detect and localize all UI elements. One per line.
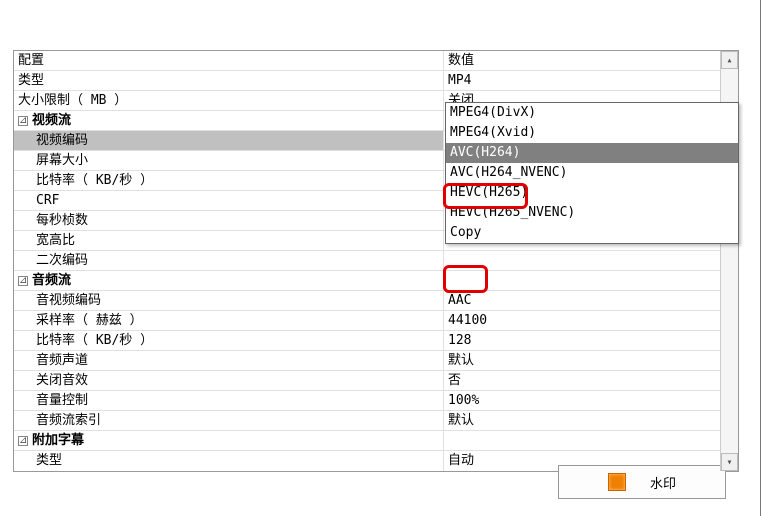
expander-icon[interactable]: ⊿ (18, 116, 28, 126)
scroll-up-button[interactable]: ▴ (721, 51, 738, 69)
property-row[interactable]: 类型MP4 (14, 71, 738, 91)
grid-header: 配置 数值 (14, 51, 738, 71)
property-label: 比特率（ KB/秒 ） (14, 171, 444, 190)
property-value: 128 (444, 331, 738, 350)
property-row[interactable]: 比特率（ KB/秒 ）128 (14, 331, 738, 351)
watermark-label: 水印 (650, 473, 676, 492)
property-label: CRF (14, 191, 444, 210)
header-value: 数值 (444, 51, 738, 70)
scroll-down-button[interactable]: ▾ (721, 453, 738, 471)
property-label: 音频流索引 (14, 411, 444, 430)
dropdown-option[interactable]: MPEG4(DivX) (446, 103, 738, 123)
header-config: 配置 (14, 51, 444, 70)
property-label: 屏幕大小 (14, 151, 444, 170)
property-label: 关闭音效 (14, 371, 444, 390)
property-value: 否 (444, 371, 738, 390)
video-codec-dropdown-list[interactable]: MPEG4(DivX)MPEG4(Xvid)AVC(H264)AVC(H264_… (445, 102, 739, 244)
property-value: AAC (444, 291, 738, 310)
property-value: 默认 (444, 411, 738, 430)
property-value: 100% (444, 391, 738, 410)
property-row[interactable]: 音频声道默认 (14, 351, 738, 371)
property-label: 视频编码 (14, 131, 444, 150)
dropdown-option[interactable]: HEVC(H265) (446, 183, 738, 203)
property-row[interactable]: 采样率（ 赫兹 ）44100 (14, 311, 738, 331)
property-value (444, 251, 738, 270)
dropdown-option[interactable]: AVC(H264_NVENC) (446, 163, 738, 183)
watermark-button[interactable]: 水印 (558, 465, 726, 499)
property-value (444, 431, 738, 450)
expander-icon[interactable]: ⊿ (18, 436, 28, 446)
property-label: 类型 (14, 451, 444, 471)
property-label: ⊿ 视频流 (14, 111, 444, 130)
dropdown-option[interactable]: AVC(H264) (446, 143, 738, 163)
property-label: 采样率（ 赫兹 ） (14, 311, 444, 330)
section-label: 视频流 (32, 111, 71, 130)
section-row[interactable]: ⊿ 附加字幕 (14, 431, 738, 451)
property-value: 44100 (444, 311, 738, 330)
property-label: 音频声道 (14, 351, 444, 370)
section-label: 附加字幕 (32, 431, 84, 450)
dropdown-option[interactable]: Copy (446, 223, 738, 243)
property-label: 宽高比 (14, 231, 444, 250)
property-label: 大小限制（ MB ） (14, 91, 444, 110)
property-row[interactable]: 关闭音效否 (14, 371, 738, 391)
property-label: ⊿ 音频流 (14, 271, 444, 290)
section-row[interactable]: ⊿ 音频流 (14, 271, 738, 291)
property-label: 音视频编码 (14, 291, 444, 310)
dropdown-option[interactable]: MPEG4(Xvid) (446, 123, 738, 143)
section-label: 音频流 (32, 271, 71, 290)
property-label: ⊿ 附加字幕 (14, 431, 444, 450)
property-value: MP4 (444, 71, 738, 90)
settings-panel: 配置 数值 类型MP4大小限制（ MB ）关闭⊿视频流视频编码MPEG4(Div… (0, 0, 761, 516)
property-value: 默认 (444, 351, 738, 370)
property-row[interactable]: 二次编码 (14, 251, 738, 271)
property-label: 每秒桢数 (14, 211, 444, 230)
dropdown-option[interactable]: HEVC(H265_NVENC) (446, 203, 738, 223)
property-label: 比特率（ KB/秒 ） (14, 331, 444, 350)
property-label: 二次编码 (14, 251, 444, 270)
property-row[interactable]: 音频流索引默认 (14, 411, 738, 431)
property-value (444, 271, 738, 290)
expander-icon[interactable]: ⊿ (18, 276, 28, 286)
property-label: 音量控制 (14, 391, 444, 410)
property-row[interactable]: 音量控制100% (14, 391, 738, 411)
property-label: 类型 (14, 71, 444, 90)
property-row[interactable]: 音视频编码AAC (14, 291, 738, 311)
watermark-icon (608, 473, 626, 491)
